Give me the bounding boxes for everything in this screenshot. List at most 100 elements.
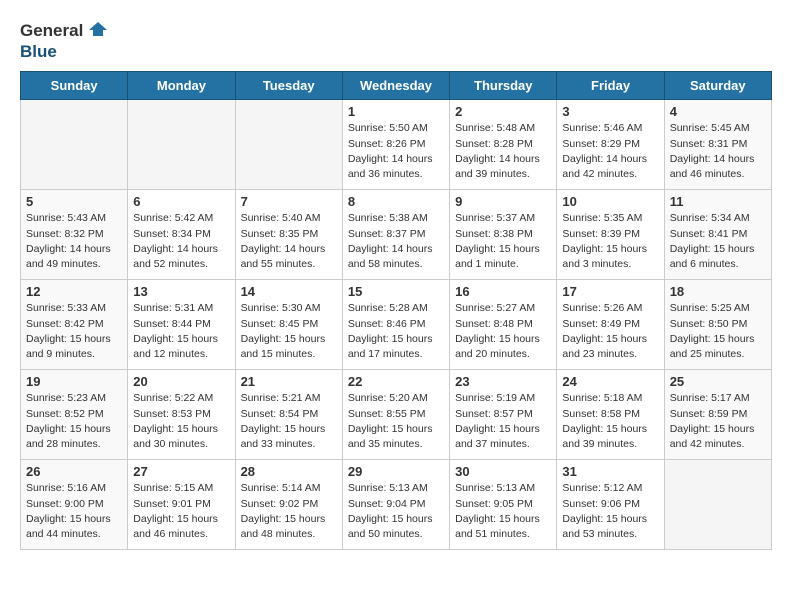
day-number: 30 — [455, 464, 551, 479]
weekday-header-tuesday: Tuesday — [235, 72, 342, 100]
cell-info: Sunrise: 5:28 AM Sunset: 8:46 PM Dayligh… — [348, 301, 444, 362]
calendar-cell: 15Sunrise: 5:28 AM Sunset: 8:46 PM Dayli… — [342, 280, 449, 370]
cell-info: Sunrise: 5:16 AM Sunset: 9:00 PM Dayligh… — [26, 481, 122, 542]
cell-info: Sunrise: 5:31 AM Sunset: 8:44 PM Dayligh… — [133, 301, 229, 362]
day-number: 10 — [562, 194, 658, 209]
cell-info: Sunrise: 5:37 AM Sunset: 8:38 PM Dayligh… — [455, 211, 551, 272]
calendar-cell — [235, 100, 342, 190]
calendar-cell: 27 Sunrise: 5:15 AM Sunset: 9:01 PM Dayli… — [128, 460, 235, 550]
cell-info: Sunrise: 5:22 AM Sunset: 8:53 PM Dayligh… — [133, 391, 229, 452]
week-row-3: 12 Sunrise: 5:33 AM Sunset: 8:42 PM Dayli… — [21, 280, 772, 370]
weekday-header-friday: Friday — [557, 72, 664, 100]
week-row-2: 5 Sunrise: 5:43 AM Sunset: 8:32 PM Daylig… — [21, 190, 772, 280]
cell-info: Sunrise: 5:18 AM Sunset: 8:58 PM Dayligh… — [562, 391, 658, 452]
calendar-cell: 19 Sunrise: 5:23 AM Sunset: 8:52 PM Dayli… — [21, 370, 128, 460]
weekday-header-sunday: Sunday — [21, 72, 128, 100]
day-number: 28 — [241, 464, 337, 479]
day-number: 26 — [26, 464, 122, 479]
day-number: 16 — [455, 284, 551, 299]
calendar-cell — [664, 460, 771, 550]
calendar-cell: 6 Sunrise: 5:42 AM Sunset: 8:34 PM Daylig… — [128, 190, 235, 280]
day-number: 9 — [455, 194, 551, 209]
day-number: 25 — [670, 374, 766, 389]
cell-info: Sunrise: 5:43 AM Sunset: 8:32 PM Dayligh… — [26, 211, 122, 272]
calendar-cell: 28 Sunrise: 5:14 AM Sunset: 9:02 PM Dayli… — [235, 460, 342, 550]
calendar-cell: 26 Sunrise: 5:16 AM Sunset: 9:00 PM Dayli… — [21, 460, 128, 550]
cell-info: Sunrise: 5:15 AM Sunset: 9:01 PM Dayligh… — [133, 481, 229, 542]
calendar-cell: 16Sunrise: 5:27 AM Sunset: 8:48 PM Dayli… — [450, 280, 557, 370]
cell-info: Sunrise: 5:20 AM Sunset: 8:55 PM Dayligh… — [348, 391, 444, 452]
day-number: 4 — [670, 104, 766, 119]
logo-wrap: General Blue — [20, 20, 109, 61]
weekday-header-wednesday: Wednesday — [342, 72, 449, 100]
day-number: 20 — [133, 374, 229, 389]
day-number: 12 — [26, 284, 122, 299]
day-number: 22 — [348, 374, 444, 389]
day-number: 8 — [348, 194, 444, 209]
logo-blue-text: Blue — [20, 43, 109, 62]
cell-info: Sunrise: 5:13 AM Sunset: 9:04 PM Dayligh… — [348, 481, 444, 542]
cell-info: Sunrise: 5:21 AM Sunset: 8:54 PM Dayligh… — [241, 391, 337, 452]
day-number: 13 — [133, 284, 229, 299]
cell-info: Sunrise: 5:12 AM Sunset: 9:06 PM Dayligh… — [562, 481, 658, 542]
cell-info: Sunrise: 5:25 AM Sunset: 8:50 PM Dayligh… — [670, 301, 766, 362]
week-row-5: 26 Sunrise: 5:16 AM Sunset: 9:00 PM Dayli… — [21, 460, 772, 550]
calendar-cell: 31 Sunrise: 5:12 AM Sunset: 9:06 PM Dayli… — [557, 460, 664, 550]
cell-info: Sunrise: 5:23 AM Sunset: 8:52 PM Dayligh… — [26, 391, 122, 452]
cell-info: Sunrise: 5:42 AM Sunset: 8:34 PM Dayligh… — [133, 211, 229, 272]
day-number: 24 — [562, 374, 658, 389]
cell-info: Sunrise: 5:13 AM Sunset: 9:05 PM Dayligh… — [455, 481, 551, 542]
weekday-header-row: SundayMondayTuesdayWednesdayThursdayFrid… — [21, 72, 772, 100]
calendar-table: SundayMondayTuesdayWednesdayThursdayFrid… — [20, 71, 772, 550]
calendar-cell: 12 Sunrise: 5:33 AM Sunset: 8:42 PM Dayli… — [21, 280, 128, 370]
cell-info: Sunrise: 5:19 AM Sunset: 8:57 PM Dayligh… — [455, 391, 551, 452]
logo-general-text: General — [20, 22, 83, 41]
week-row-1: 1Sunrise: 5:50 AM Sunset: 8:26 PM Daylig… — [21, 100, 772, 190]
cell-info: Sunrise: 5:14 AM Sunset: 9:02 PM Dayligh… — [241, 481, 337, 542]
calendar-cell: 23Sunrise: 5:19 AM Sunset: 8:57 PM Dayli… — [450, 370, 557, 460]
calendar-cell: 4 Sunrise: 5:45 AM Sunset: 8:31 PM Daylig… — [664, 100, 771, 190]
cell-info: Sunrise: 5:46 AM Sunset: 8:29 PM Dayligh… — [562, 121, 658, 182]
calendar-cell: 13 Sunrise: 5:31 AM Sunset: 8:44 PM Dayli… — [128, 280, 235, 370]
calendar-cell: 3 Sunrise: 5:46 AM Sunset: 8:29 PM Daylig… — [557, 100, 664, 190]
day-number: 31 — [562, 464, 658, 479]
calendar-cell: 1Sunrise: 5:50 AM Sunset: 8:26 PM Daylig… — [342, 100, 449, 190]
cell-info: Sunrise: 5:26 AM Sunset: 8:49 PM Dayligh… — [562, 301, 658, 362]
calendar-cell: 7Sunrise: 5:40 AM Sunset: 8:35 PM Daylig… — [235, 190, 342, 280]
day-number: 27 — [133, 464, 229, 479]
day-number: 17 — [562, 284, 658, 299]
calendar-cell: 25 Sunrise: 5:17 AM Sunset: 8:59 PM Dayli… — [664, 370, 771, 460]
cell-info: Sunrise: 5:45 AM Sunset: 8:31 PM Dayligh… — [670, 121, 766, 182]
day-number: 3 — [562, 104, 658, 119]
calendar-cell: 22 Sunrise: 5:20 AM Sunset: 8:55 PM Dayli… — [342, 370, 449, 460]
day-number: 18 — [670, 284, 766, 299]
day-number: 19 — [26, 374, 122, 389]
calendar-cell: 24 Sunrise: 5:18 AM Sunset: 8:58 PM Dayli… — [557, 370, 664, 460]
cell-info: Sunrise: 5:33 AM Sunset: 8:42 PM Dayligh… — [26, 301, 122, 362]
weekday-header-thursday: Thursday — [450, 72, 557, 100]
calendar-cell: 2Sunrise: 5:48 AM Sunset: 8:28 PM Daylig… — [450, 100, 557, 190]
calendar-cell: 29Sunrise: 5:13 AM Sunset: 9:04 PM Dayli… — [342, 460, 449, 550]
week-row-4: 19 Sunrise: 5:23 AM Sunset: 8:52 PM Dayli… — [21, 370, 772, 460]
day-number: 5 — [26, 194, 122, 209]
day-number: 21 — [241, 374, 337, 389]
calendar-cell: 11Sunrise: 5:34 AM Sunset: 8:41 PM Dayli… — [664, 190, 771, 280]
calendar-cell: 18 Sunrise: 5:25 AM Sunset: 8:50 PM Dayli… — [664, 280, 771, 370]
cell-info: Sunrise: 5:34 AM Sunset: 8:41 PM Dayligh… — [670, 211, 766, 272]
calendar-cell: 17 Sunrise: 5:26 AM Sunset: 8:49 PM Dayli… — [557, 280, 664, 370]
cell-info: Sunrise: 5:30 AM Sunset: 8:45 PM Dayligh… — [241, 301, 337, 362]
calendar-cell: 5 Sunrise: 5:43 AM Sunset: 8:32 PM Daylig… — [21, 190, 128, 280]
calendar-cell: 21 Sunrise: 5:21 AM Sunset: 8:54 PM Dayli… — [235, 370, 342, 460]
day-number: 14 — [241, 284, 337, 299]
calendar-cell: 14 Sunrise: 5:30 AM Sunset: 8:45 PM Dayli… — [235, 280, 342, 370]
day-number: 6 — [133, 194, 229, 209]
calendar-cell — [21, 100, 128, 190]
calendar-cell — [128, 100, 235, 190]
cell-info: Sunrise: 5:40 AM Sunset: 8:35 PM Dayligh… — [241, 211, 337, 272]
calendar-cell: 10Sunrise: 5:35 AM Sunset: 8:39 PM Dayli… — [557, 190, 664, 280]
cell-info: Sunrise: 5:50 AM Sunset: 8:26 PM Dayligh… — [348, 121, 444, 182]
weekday-header-saturday: Saturday — [664, 72, 771, 100]
calendar-cell: 30 Sunrise: 5:13 AM Sunset: 9:05 PM Dayli… — [450, 460, 557, 550]
cell-info: Sunrise: 5:48 AM Sunset: 8:28 PM Dayligh… — [455, 121, 551, 182]
cell-info: Sunrise: 5:17 AM Sunset: 8:59 PM Dayligh… — [670, 391, 766, 452]
